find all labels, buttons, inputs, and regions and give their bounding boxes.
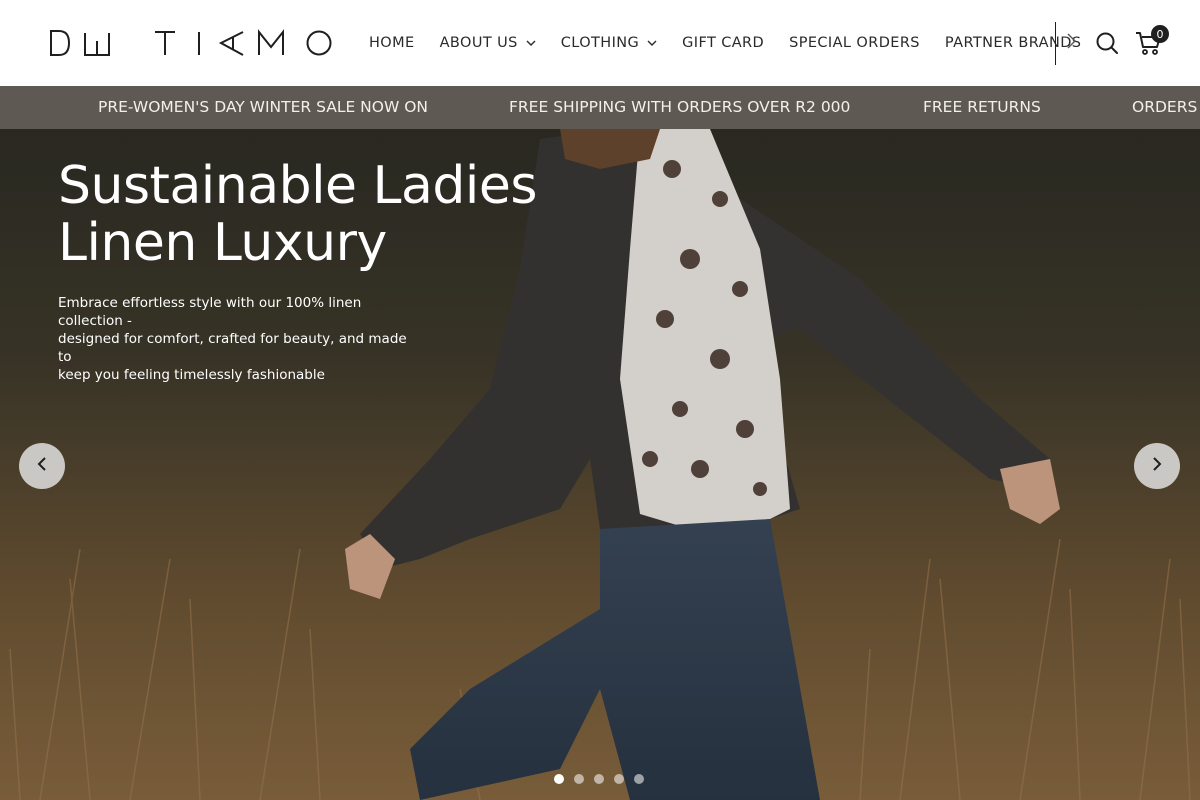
chevron-down-icon: [526, 40, 536, 46]
hero-slideshow: Sustainable Ladies Linen Luxury Embrace …: [0, 129, 1200, 800]
brand-logo[interactable]: [49, 27, 333, 59]
nav-item-special-orders[interactable]: SPECIAL ORDERS: [789, 35, 920, 51]
hero-subtitle: Embrace effortless style with our 100% l…: [58, 294, 418, 384]
slide-next-button[interactable]: [1134, 443, 1180, 489]
announcement-message: FREE RETURNS: [923, 98, 1041, 116]
nav-item-label: HOME: [369, 35, 415, 51]
nav-scroll-next-button[interactable]: [1062, 33, 1080, 53]
site-header: HOME ABOUT US CLOTHING GIFT CARD SPECIAL…: [0, 0, 1200, 86]
nav-item-gift-card[interactable]: GIFT CARD: [682, 35, 764, 51]
slide-pagination: [554, 773, 654, 785]
nav-item-label: SPECIAL ORDERS: [789, 35, 920, 51]
slide-prev-button[interactable]: [19, 443, 65, 489]
chevron-down-icon: [647, 40, 657, 46]
hero-subtitle-line: keep you feeling timelessly fashionable: [58, 367, 325, 383]
nav-item-clothing[interactable]: CLOTHING: [561, 35, 657, 51]
nav-item-about-us[interactable]: ABOUT US: [440, 35, 536, 51]
slide-dot[interactable]: [554, 774, 564, 784]
announcement-message: ORDERS D: [1132, 98, 1200, 116]
logo-mark: [50, 29, 332, 56]
search-icon: [1095, 32, 1119, 59]
main-navigation: HOME ABOUT US CLOTHING GIFT CARD SPECIAL…: [369, 0, 1106, 86]
slide-dot[interactable]: [574, 774, 584, 784]
hero-subtitle-line: Embrace effortless style with our 100% l…: [58, 295, 362, 329]
announcement-message: PRE-WOMEN'S DAY WINTER SALE NOW ON: [98, 98, 429, 116]
nav-item-label: GIFT CARD: [682, 35, 765, 51]
nav-divider: [1055, 22, 1056, 65]
nav-item-home[interactable]: HOME: [369, 35, 415, 51]
nav-item-label: PARTNER BRANDS: [944, 35, 1082, 51]
nav-item-label: CLOTHING: [560, 35, 640, 51]
chevron-right-icon: [1067, 33, 1076, 54]
chevron-right-icon: [1152, 456, 1162, 476]
slide-dot[interactable]: [594, 774, 604, 784]
hero-title: Sustainable Ladies Linen Luxury: [58, 158, 578, 272]
slide-dot[interactable]: [614, 774, 624, 784]
cart-icon: [1135, 32, 1163, 61]
announcement-message: FREE SHIPPING WITH ORDERS OVER R2 000: [509, 98, 851, 116]
hero-title-line: Sustainable Ladies: [58, 156, 537, 216]
nav-item-partner-brands[interactable]: PARTNER BRANDS: [945, 35, 1081, 51]
cart-count-badge: 0: [1151, 25, 1169, 43]
chevron-left-icon: [37, 456, 47, 476]
announcement-bar: PRE-WOMEN'S DAY WINTER SALE NOW ON FREE …: [0, 86, 1200, 129]
hero-subtitle-line: designed for comfort, crafted for beauty…: [58, 331, 407, 365]
nav-item-label: ABOUT US: [439, 35, 518, 51]
hero-title-line: Linen Luxury: [58, 213, 387, 273]
slide-dot[interactable]: [634, 774, 644, 784]
search-button[interactable]: [1095, 31, 1119, 55]
